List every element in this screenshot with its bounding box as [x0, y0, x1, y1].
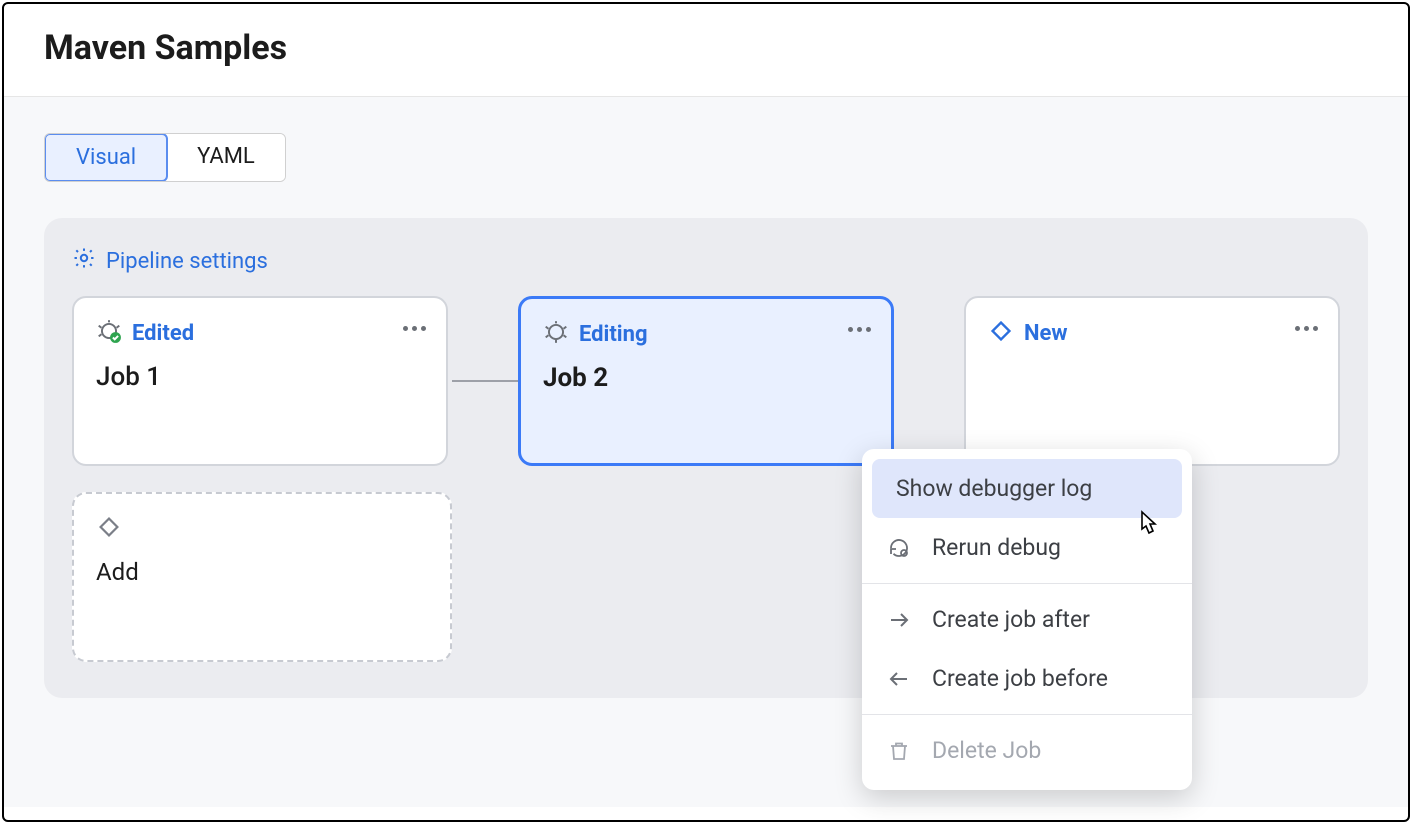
page-title: Maven Samples	[44, 28, 1368, 68]
menu-item-create-job-before[interactable]: Create job before	[862, 649, 1192, 708]
jobs-row: Edited Job 1	[72, 296, 1340, 466]
job-name: Job 2	[543, 363, 869, 393]
app-frame: Maven Samples Visual YAML Pipeline setti…	[2, 2, 1410, 822]
menu-item-label: Rerun debug	[932, 534, 1061, 561]
view-mode-switch: Visual YAML	[44, 133, 286, 182]
arrow-left-icon	[886, 666, 912, 692]
job-status-label: Editing	[579, 322, 648, 347]
job-card-menu-button[interactable]	[403, 326, 426, 331]
job-connector	[452, 380, 522, 382]
job-status-label: Edited	[132, 321, 194, 346]
page-header: Maven Samples	[4, 4, 1408, 97]
arrow-right-icon	[886, 607, 912, 633]
menu-divider	[862, 714, 1192, 715]
tab-yaml[interactable]: YAML	[167, 134, 285, 181]
job-status-row: New	[988, 318, 1316, 348]
menu-divider	[862, 583, 1192, 584]
tab-visual[interactable]: Visual	[44, 133, 168, 182]
job-status-row: Edited	[96, 318, 424, 348]
menu-item-create-job-after[interactable]: Create job after	[862, 590, 1192, 649]
diamond-outline-icon	[96, 514, 122, 544]
menu-item-label: Create job before	[932, 665, 1108, 692]
gear-icon	[72, 246, 96, 276]
job-card-1[interactable]: Edited Job 1	[72, 296, 448, 466]
job-status-label: New	[1024, 321, 1068, 346]
trash-icon	[886, 738, 912, 764]
menu-item-delete-job: Delete Job	[862, 721, 1192, 780]
pipeline-settings-link[interactable]: Pipeline settings	[72, 246, 1340, 276]
diamond-icon	[988, 318, 1014, 348]
bug-check-icon	[96, 318, 122, 348]
add-job-label: Add	[96, 558, 428, 586]
job-status-row: Editing	[543, 319, 869, 349]
job-card-menu-button[interactable]	[848, 327, 871, 332]
add-job-card[interactable]: Add	[72, 492, 452, 662]
job-card-menu-button[interactable]	[1295, 326, 1318, 331]
job-card-2[interactable]: Editing Job 2	[518, 296, 894, 466]
menu-item-label: Create job after	[932, 606, 1090, 633]
bug-icon	[543, 319, 569, 349]
rerun-debug-icon	[886, 535, 912, 561]
menu-item-label: Show debugger log	[896, 475, 1092, 502]
job-context-menu: Show debugger log Rerun debug	[862, 449, 1192, 790]
pipeline-settings-label: Pipeline settings	[106, 249, 268, 274]
content-area: Visual YAML Pipeline settings	[4, 97, 1408, 807]
job-card-3[interactable]: New	[964, 296, 1340, 466]
job-name: Job 1	[96, 362, 424, 392]
menu-item-label: Delete Job	[932, 737, 1041, 764]
cursor-pointer-icon	[1132, 508, 1162, 546]
